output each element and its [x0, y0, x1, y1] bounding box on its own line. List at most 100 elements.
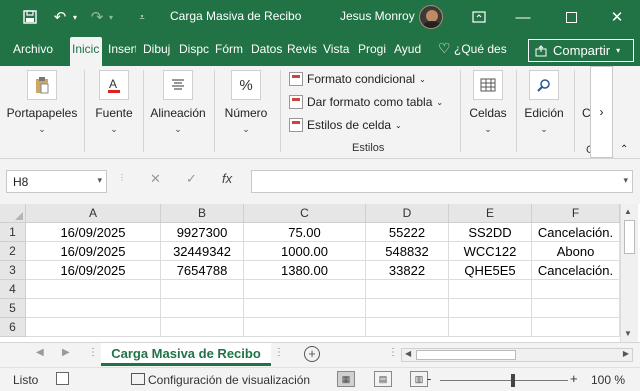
- scroll-thumb[interactable]: [416, 350, 516, 360]
- portapapeles-button[interactable]: Portapapeles ⌄: [4, 66, 80, 156]
- cell[interactable]: 9927300: [161, 223, 244, 242]
- cell[interactable]: [26, 299, 161, 318]
- tab-formulas[interactable]: Fórm: [215, 42, 245, 56]
- celdas-button[interactable]: Celdas ⌄: [466, 66, 510, 156]
- cell[interactable]: [449, 318, 532, 337]
- cell[interactable]: [366, 280, 449, 299]
- more-options-icon[interactable]: ⋮: [388, 347, 398, 358]
- cell[interactable]: 33822: [366, 261, 449, 280]
- cancel-icon[interactable]: ✕: [150, 171, 161, 187]
- cell[interactable]: [449, 280, 532, 299]
- normal-view-icon[interactable]: ▦: [337, 371, 355, 387]
- cell[interactable]: [366, 318, 449, 337]
- save-icon[interactable]: [20, 4, 40, 30]
- horizontal-scrollbar[interactable]: ◀ ▶: [401, 348, 633, 362]
- edicion-button[interactable]: Edición ⌄: [520, 66, 568, 156]
- cell[interactable]: [532, 280, 620, 299]
- tell-me-search[interactable]: ¿Qué des: [454, 42, 516, 56]
- cell[interactable]: 7654788: [161, 261, 244, 280]
- row-header[interactable]: 6: [0, 318, 26, 337]
- customize-toolbar-icon[interactable]: ⩡: [134, 4, 150, 30]
- scroll-right-icon[interactable]: ▶: [623, 349, 629, 358]
- cell[interactable]: QHE5E5: [449, 261, 532, 280]
- insert-function-icon[interactable]: fx: [222, 171, 232, 186]
- column-header[interactable]: C: [244, 204, 366, 223]
- column-header[interactable]: A: [26, 204, 161, 223]
- tab-disposicion[interactable]: Dispc: [179, 42, 209, 56]
- cell[interactable]: [366, 299, 449, 318]
- cell[interactable]: 75.00: [244, 223, 366, 242]
- row-header[interactable]: 2: [0, 242, 26, 261]
- redo-dropdown-icon[interactable]: ▾: [106, 4, 116, 30]
- tab-datos[interactable]: Datos: [251, 42, 282, 56]
- tab-inicio[interactable]: Inicic: [70, 37, 102, 66]
- enter-icon[interactable]: ✓: [186, 171, 197, 187]
- cell[interactable]: 16/09/2025: [26, 261, 161, 280]
- tab-insertar[interactable]: Insert: [108, 42, 136, 56]
- cell[interactable]: [161, 299, 244, 318]
- more-options-icon[interactable]: ⋮: [118, 173, 126, 182]
- cell[interactable]: Cancelación.: [532, 223, 620, 242]
- tab-dibujar[interactable]: Dibuj: [143, 42, 172, 56]
- cell[interactable]: [449, 299, 532, 318]
- prev-sheet-icon[interactable]: ◀: [36, 347, 44, 358]
- cell[interactable]: WCC122: [449, 242, 532, 261]
- cell[interactable]: [26, 318, 161, 337]
- more-options-icon[interactable]: ⋮: [274, 347, 284, 358]
- cell[interactable]: [244, 280, 366, 299]
- zoom-in-icon[interactable]: +: [570, 371, 578, 386]
- share-button[interactable]: Compartir ▾: [528, 39, 634, 62]
- cell[interactable]: 16/09/2025: [26, 242, 161, 261]
- zoom-slider[interactable]: [440, 380, 568, 381]
- cell[interactable]: [244, 299, 366, 318]
- zoom-level[interactable]: 100 %: [591, 373, 625, 387]
- next-sheet-icon[interactable]: ▶: [62, 347, 70, 358]
- ribbon-display-icon[interactable]: [469, 4, 489, 30]
- zoom-out-icon[interactable]: -: [427, 371, 431, 386]
- cell[interactable]: [161, 280, 244, 299]
- cell[interactable]: 32449342: [161, 242, 244, 261]
- tab-programador[interactable]: Progi: [358, 42, 387, 56]
- scroll-down-icon[interactable]: ▼: [624, 329, 632, 338]
- chevron-down-icon[interactable]: ▾: [623, 175, 628, 186]
- name-box[interactable]: H8 ▾: [6, 170, 107, 193]
- fuente-button[interactable]: A Fuente ⌄: [88, 66, 140, 156]
- sheet-tab[interactable]: Carga Masiva de Recibo: [101, 343, 271, 366]
- formula-input[interactable]: ▾: [251, 170, 633, 193]
- cell[interactable]: 548832: [366, 242, 449, 261]
- numero-button[interactable]: % Número ⌄: [220, 66, 272, 156]
- alineacion-button[interactable]: Alineación ⌄: [146, 66, 210, 156]
- column-header[interactable]: B: [161, 204, 244, 223]
- more-options-icon[interactable]: ⋮: [88, 347, 98, 358]
- minimize-icon[interactable]: —: [513, 4, 533, 30]
- page-break-icon[interactable]: ▥: [410, 371, 428, 387]
- formato-condicional-button[interactable]: Formato condicional ⌄: [289, 72, 426, 86]
- tab-ayuda[interactable]: Ayud: [394, 42, 423, 56]
- cell[interactable]: [532, 318, 620, 337]
- scroll-up-icon[interactable]: ▲: [624, 207, 632, 216]
- cell[interactable]: [244, 318, 366, 337]
- column-header[interactable]: D: [366, 204, 449, 223]
- avatar[interactable]: [419, 5, 443, 29]
- cell[interactable]: Cancelación.: [532, 261, 620, 280]
- cell[interactable]: 16/09/2025: [26, 223, 161, 242]
- undo-icon[interactable]: ↶: [50, 4, 70, 30]
- cell[interactable]: SS2DD: [449, 223, 532, 242]
- display-settings-icon[interactable]: [131, 373, 145, 385]
- lightbulb-icon[interactable]: ♡: [438, 40, 451, 57]
- macro-record-icon[interactable]: [56, 372, 69, 385]
- cell[interactable]: [26, 280, 161, 299]
- page-layout-icon[interactable]: ▤: [374, 371, 392, 387]
- dar-formato-tabla-button[interactable]: Dar formato como tabla ⌄: [289, 95, 443, 109]
- user-name[interactable]: Jesus Monroy: [340, 9, 415, 23]
- maximize-icon[interactable]: [561, 4, 581, 30]
- row-header[interactable]: 4: [0, 280, 26, 299]
- column-header[interactable]: F: [532, 204, 620, 223]
- cell[interactable]: 55222: [366, 223, 449, 242]
- tab-vista[interactable]: Vista: [323, 42, 353, 56]
- row-header[interactable]: 5: [0, 299, 26, 318]
- chevron-down-icon[interactable]: ▾: [97, 175, 102, 186]
- scroll-thumb[interactable]: [624, 220, 635, 254]
- row-header[interactable]: 3: [0, 261, 26, 280]
- vertical-scrollbar[interactable]: ▲ ▼: [620, 204, 638, 342]
